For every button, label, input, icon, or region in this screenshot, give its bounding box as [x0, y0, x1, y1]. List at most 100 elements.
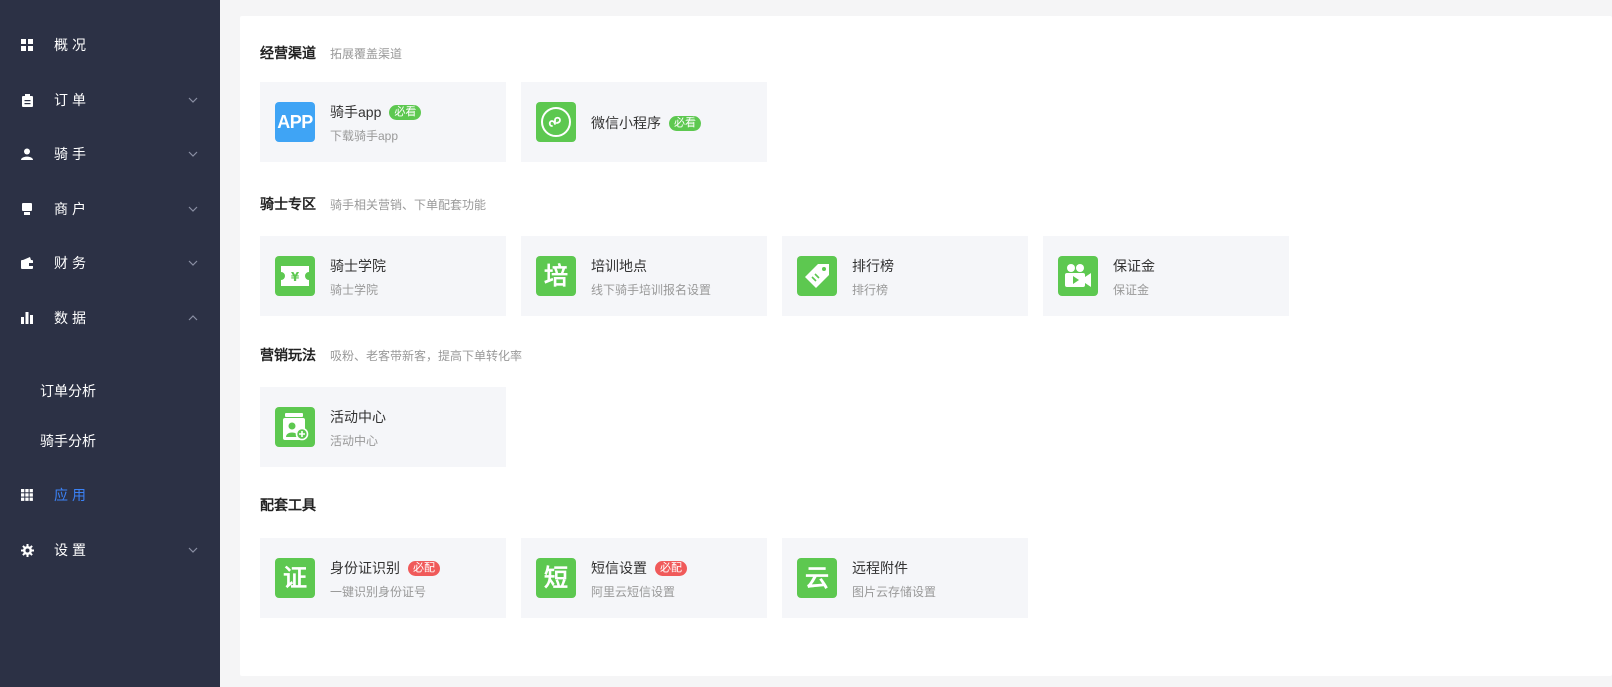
nav-label: 财务 [54, 255, 90, 271]
gear-icon [20, 543, 34, 557]
section-title: 经营渠道 [260, 45, 316, 61]
tile-sub: 线下骑手培训报名设置 [591, 283, 712, 297]
badge: 必配 [655, 560, 687, 576]
icon-glyph: 培 [544, 261, 568, 290]
svg-text:¥: ¥ [291, 270, 300, 284]
nav-label: 数据 [54, 310, 90, 326]
tile-sub: 阿里云短信设置 [591, 585, 676, 599]
mini-program-icon [536, 102, 576, 142]
tile-name: 活动中心 [330, 407, 386, 427]
badge: 必看 [389, 104, 422, 120]
section-title: 营销玩法 [260, 347, 316, 363]
tile-sub: 一键识别身份证号 [330, 585, 427, 599]
nav-label: 应用 [54, 487, 90, 503]
tile-id-recognition[interactable]: 证 身份证识别 必配 一键识别身份证号 [260, 538, 506, 618]
nav-item-orders[interactable]: 订单 [0, 78, 220, 122]
section-desc: 骑手相关营销、下单配套功能 [330, 198, 487, 212]
tile-deposit[interactable]: 保证金 保证金 [1043, 236, 1289, 316]
section-header: 经营渠道 拓展覆盖渠道 [260, 43, 402, 63]
section-desc: 吸粉、老客带新客，提高下单转化率 [330, 349, 523, 363]
tile-wechat-mini-program[interactable]: 微信小程序 必看 [521, 82, 767, 162]
tile-name-text: 远程附件 [852, 560, 908, 576]
tile-sub: 保证金 [1113, 283, 1150, 297]
tile-leaderboard[interactable]: 排行榜 排行榜 [782, 236, 1028, 316]
tile-knight-academy[interactable]: ¥ 骑士学院 骑士学院 [260, 236, 506, 316]
tag-icon [797, 256, 837, 296]
icon-glyph: 短 [544, 563, 568, 592]
tile-name-text: 活动中心 [330, 409, 386, 425]
tile-name-text: 保证金 [1113, 258, 1155, 274]
tile-name: 身份证识别 必配 [330, 558, 440, 578]
tile-name-text: 短信设置 [591, 560, 647, 576]
badge: 必看 [669, 115, 701, 131]
user-icon [20, 147, 34, 161]
sidebar: 概况 订单 骑手 商户 财务 数据 订单分析 骑手分析 应用 设置 [0, 0, 220, 687]
sub-item-rider-analysis[interactable]: 骑手分析 [0, 421, 220, 461]
tile-name-text: 身份证识别 [330, 560, 400, 576]
tile-name-text: 骑士学院 [330, 258, 386, 274]
nav-item-data[interactable]: 数据 [0, 296, 220, 340]
id-card-icon: 证 [275, 558, 315, 598]
store-icon [20, 202, 34, 216]
tile-name: 骑士学院 [330, 256, 386, 276]
activity-icon [275, 407, 315, 447]
chevron-down-icon [188, 545, 198, 555]
tile-name: 保证金 [1113, 256, 1155, 276]
app-icon: APP [275, 102, 315, 142]
nav-item-finance[interactable]: 财务 [0, 241, 220, 285]
tile-name-text: 培训地点 [591, 258, 647, 274]
nav-label: 骑手 [54, 146, 90, 162]
chevron-down-icon [188, 149, 198, 159]
nav-label: 概况 [54, 37, 90, 53]
nav-label: 订单 [54, 92, 90, 108]
nav-item-riders[interactable]: 骑手 [0, 132, 220, 176]
sub-item-label: 骑手分析 [40, 433, 96, 449]
tile-sub: 活动中心 [330, 434, 379, 448]
tile-name-text: 排行榜 [852, 258, 894, 274]
badge: 必配 [408, 560, 440, 576]
tile-name: 远程附件 [852, 558, 908, 578]
tile-activity-center[interactable]: 活动中心 活动中心 [260, 387, 506, 467]
apps-icon [20, 488, 34, 502]
nav-item-merchants[interactable]: 商户 [0, 187, 220, 231]
tile-sms-settings[interactable]: 短 短信设置 必配 阿里云短信设置 [521, 538, 767, 618]
app-icon-text: APP [277, 111, 313, 132]
grid-icon [20, 38, 34, 52]
section-title: 骑士专区 [260, 196, 316, 212]
tile-sub: 排行榜 [852, 283, 889, 297]
icon-glyph: 证 [283, 563, 307, 592]
cloud-icon: 云 [797, 558, 837, 598]
clipboard-icon [20, 93, 34, 107]
tile-sub: 图片云存储设置 [852, 585, 937, 599]
section-header: 营销玩法 吸粉、老客带新客，提高下单转化率 [260, 345, 522, 365]
tile-name: 微信小程序 必看 [591, 113, 701, 133]
chevron-up-icon [188, 313, 198, 323]
video-camera-icon [1058, 256, 1098, 296]
training-icon: 培 [536, 256, 576, 296]
tile-name-text: 微信小程序 [591, 115, 661, 131]
ticket-yen-icon: ¥ [275, 256, 315, 296]
chevron-down-icon [188, 204, 198, 214]
section-header: 配套工具 [260, 495, 316, 515]
tile-sub: 下载骑手app [330, 129, 399, 143]
nav-item-apps[interactable]: 应用 [0, 473, 220, 517]
nav-label: 商户 [54, 201, 90, 217]
section-header: 骑士专区 骑手相关营销、下单配套功能 [260, 194, 486, 214]
tile-sub: 骑士学院 [330, 283, 379, 297]
tile-training-location[interactable]: 培 培训地点 线下骑手培训报名设置 [521, 236, 767, 316]
tile-name-text: 骑手app [330, 104, 382, 120]
section-desc: 拓展覆盖渠道 [330, 47, 403, 61]
nav-item-overview[interactable]: 概况 [0, 23, 220, 67]
tile-name: 短信设置 必配 [591, 558, 687, 578]
tile-remote-attachment[interactable]: 云 远程附件 图片云存储设置 [782, 538, 1028, 618]
bar-chart-icon [20, 311, 34, 325]
nav-label: 设置 [54, 542, 90, 558]
sub-item-label: 订单分析 [40, 383, 96, 399]
chevron-down-icon [188, 258, 198, 268]
nav-item-settings[interactable]: 设置 [0, 528, 220, 572]
sub-item-order-analysis[interactable]: 订单分析 [0, 371, 220, 411]
tile-name: 培训地点 [591, 256, 647, 276]
tile-name: 骑手app 必看 [330, 102, 422, 122]
section-title: 配套工具 [260, 497, 316, 513]
tile-rider-app[interactable]: APP 骑手app 必看 下载骑手app [260, 82, 506, 162]
